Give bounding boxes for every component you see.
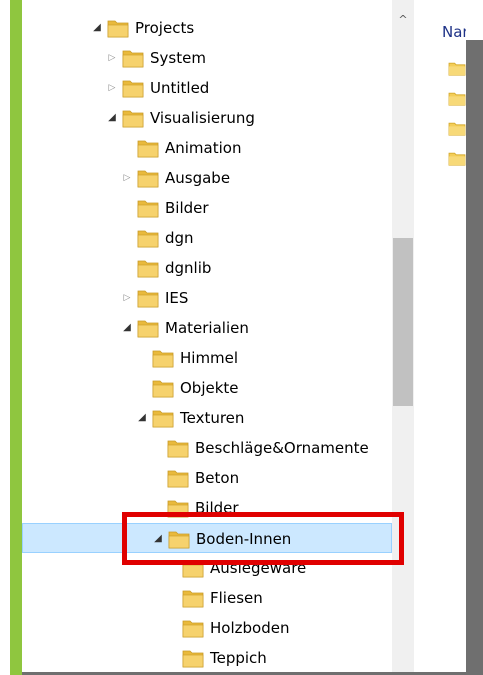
expand-arrow-icon[interactable]: ▷ [120,283,134,313]
tree-item-label: Himmel [180,349,239,367]
folder-icon [137,318,159,338]
folder-icon [137,168,159,188]
collapse-arrow-icon[interactable]: ◢ [120,313,134,343]
folder-icon [182,588,204,608]
folder-icon [137,138,159,158]
tree-item[interactable]: Objekte [22,373,392,403]
folder-icon [122,48,144,68]
annotation-highlight-box [122,512,404,565]
folder-icon [137,288,159,308]
tree-item[interactable]: Beton [22,463,392,493]
tree-item[interactable]: ▷ Ausgabe [22,163,392,193]
content-pane[interactable]: Name [414,0,466,675]
folder-icon [122,108,144,128]
collapse-arrow-icon[interactable]: ◢ [105,103,119,133]
folder-icon[interactable] [448,120,466,136]
tree-item-label: Materialien [165,319,249,337]
tree-item-label: Fliesen [210,589,263,607]
tree-item[interactable]: Fliesen [22,583,392,613]
tree-item[interactable]: dgn [22,223,392,253]
tree-item-label: Bilder [165,199,209,217]
tree-item[interactable]: ◢ Visualisierung [22,103,392,133]
scroll-up-arrow-icon[interactable]: ^ [392,12,414,28]
window-border [466,40,483,675]
tree-item[interactable]: Himmel [22,343,392,373]
folder-icon [182,618,204,638]
accent-bar [10,0,22,675]
tree-item[interactable]: Beschläge&Ornamente [22,433,392,463]
folder-icon [152,348,174,368]
tree-item-label: Objekte [180,379,239,397]
expand-arrow-icon[interactable]: ▷ [105,73,119,103]
name-column-header[interactable]: Name [442,23,466,41]
tree-item-label: Beschläge&Ornamente [195,439,369,457]
tree-item-label: Holzboden [210,619,290,637]
tree-item-label: Visualisierung [150,109,255,127]
scrollbar-thumb[interactable] [393,238,413,406]
tree-item-label: IES [165,289,189,307]
folder-icon [137,228,159,248]
tree-item[interactable]: Holzboden [22,613,392,643]
tree-item-label: dgn [165,229,194,247]
tree-item[interactable]: ▷ System [22,43,392,73]
tree-item-label: dgnlib [165,259,212,277]
folder-icon[interactable] [448,90,466,106]
tree-item[interactable]: ◢ Projects [22,13,392,43]
tree-item[interactable]: ◢ Texturen [22,403,392,433]
folder-icon [152,408,174,428]
collapse-arrow-icon[interactable]: ◢ [135,403,149,433]
expand-arrow-icon[interactable]: ▷ [120,163,134,193]
tree-item[interactable]: ▷ Untitled [22,73,392,103]
folder-icon [107,18,129,38]
tree-item-label: Animation [165,139,242,157]
tree-item-label: Untitled [150,79,210,97]
tree-item[interactable]: ▷ IES [22,283,392,313]
tree-item-label: Teppich [210,649,267,667]
tree-item[interactable]: Animation [22,133,392,163]
folder-icon [167,468,189,488]
folder-icon [137,258,159,278]
tree-item-label: Projects [135,19,195,37]
folder-icon [122,78,144,98]
expand-arrow-icon[interactable]: ▷ [105,43,119,73]
tree-item[interactable]: Bilder [22,193,392,223]
folder-icon [152,378,174,398]
folder-icon [167,438,189,458]
tree-item-label: System [150,49,206,67]
tree-item[interactable]: Teppich [22,643,392,673]
folder-icon [182,648,204,668]
folder-icon[interactable] [448,60,466,76]
collapse-arrow-icon[interactable]: ◢ [90,13,104,43]
vertical-scrollbar[interactable]: ^ [392,0,414,672]
tree-item[interactable]: dgnlib [22,253,392,283]
tree-item[interactable]: ◢ Materialien [22,313,392,343]
tree-item-label: Texturen [180,409,245,427]
folder-icon[interactable] [448,150,466,166]
folder-icon [137,198,159,218]
tree-item-label: Ausgabe [165,169,231,187]
tree-item-label: Beton [195,469,240,487]
